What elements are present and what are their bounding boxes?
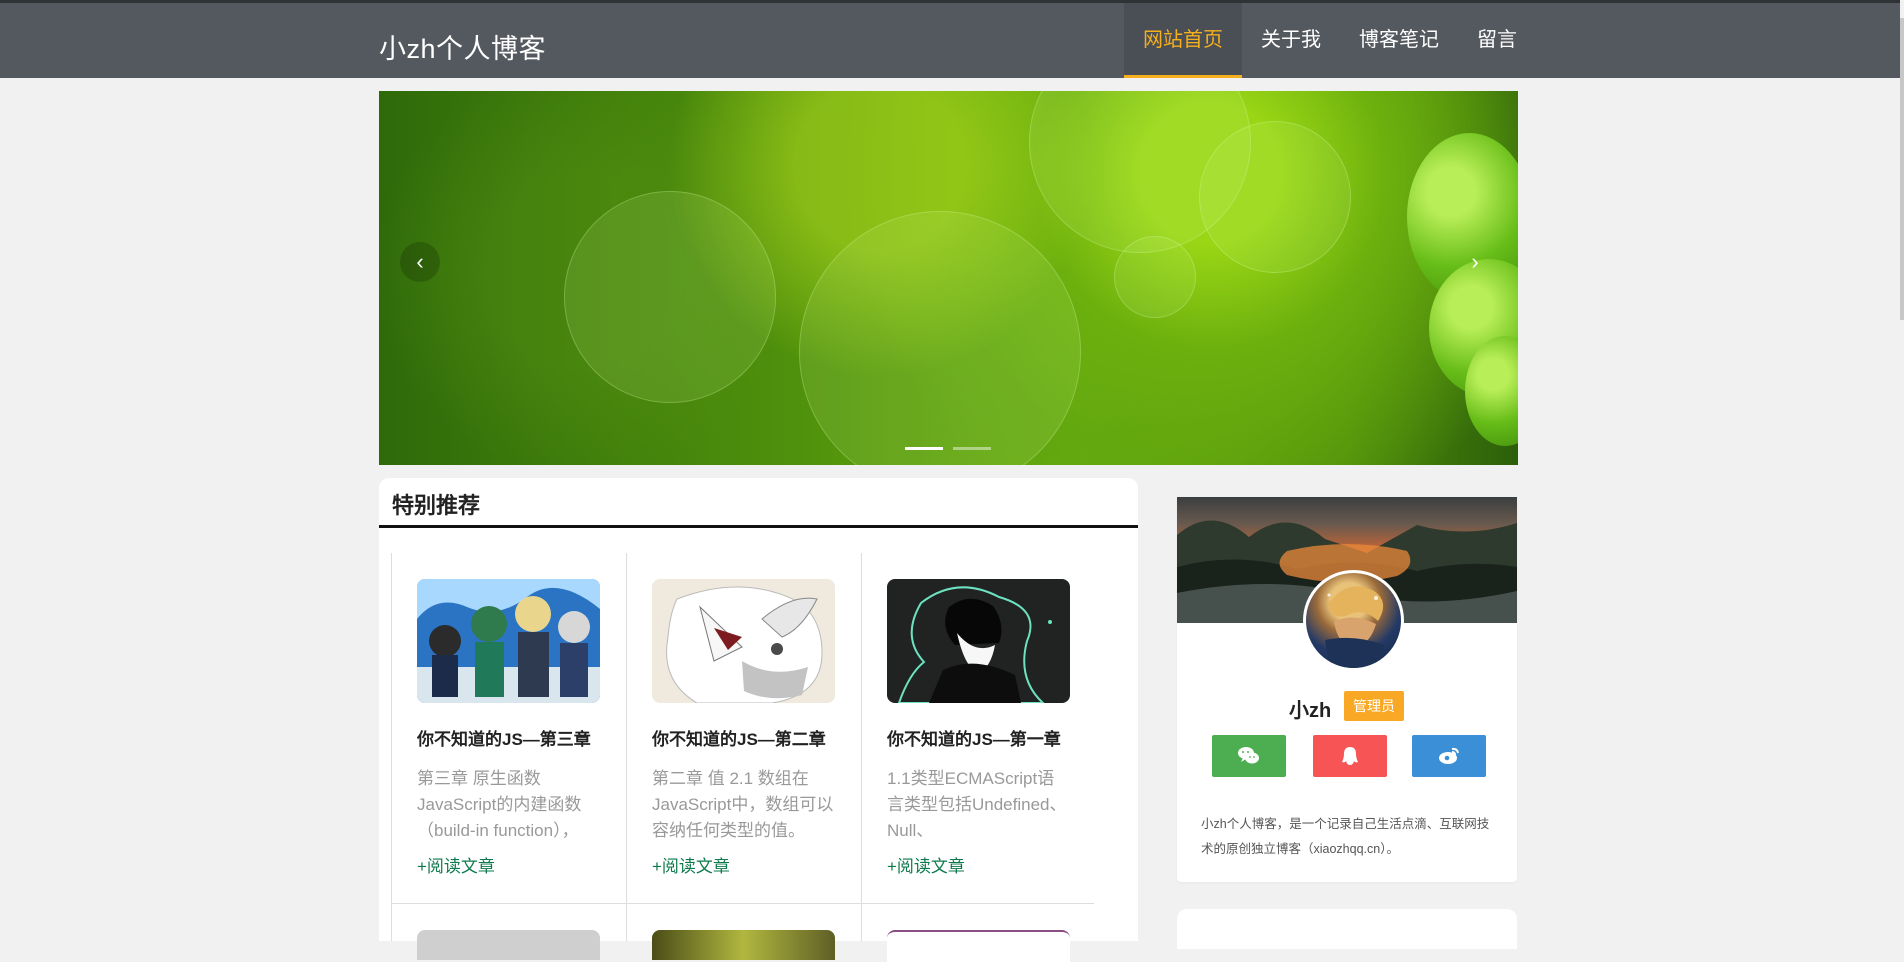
author-bio: 小zh个人博客，是一个记录自己生活点滴、互联网技术的原创独立博客（xiaozhq… <box>1201 817 1490 856</box>
hero-carousel[interactable]: ‹ › <box>379 91 1518 465</box>
bokeh-bubble <box>1199 121 1351 273</box>
article-thumbnail[interactable] <box>887 579 1070 703</box>
qq-button[interactable] <box>1313 735 1387 777</box>
featured-section: 特别推荐 你不知道的JS—第三章 第三章 原生函数 JavaScript的内建函… <box>379 478 1138 962</box>
main-nav: 网站首页 关于我 博客笔记 留言 <box>1124 3 1536 78</box>
wechat-icon <box>1238 747 1259 764</box>
author-profile-card: 小zh 管理员 小zh个人博客，是一个记录自己生活点滴、互联网技术的原创独立博客… <box>1177 497 1517 882</box>
qq-icon <box>1342 747 1358 765</box>
grid-divider <box>391 903 1094 904</box>
article-card[interactable]: 你不知道的JS—第三章 第三章 原生函数 JavaScript的内建函数（bui… <box>417 579 600 877</box>
article-excerpt: 第三章 原生函数 JavaScript的内建函数（build-in functi… <box>417 769 582 840</box>
article-excerpt: 第二章 值 2.1 数组在 JavaScript中，数组可以容纳任何类型的值。 <box>652 769 834 840</box>
scrollbar-thumb[interactable] <box>1900 18 1904 320</box>
bokeh-bubble <box>564 191 776 403</box>
author-name: 小zh <box>1289 700 1332 722</box>
article-title[interactable]: 你不知道的JS—第三章 <box>417 725 600 750</box>
weibo-button[interactable] <box>1412 735 1486 777</box>
site-logo[interactable]: 小zh个人博客 <box>379 27 546 66</box>
article-title[interactable]: 你不知道的JS—第一章 <box>887 725 1070 750</box>
nav-home[interactable]: 网站首页 <box>1124 3 1242 78</box>
wechat-button[interactable] <box>1212 735 1286 777</box>
article-thumbnail[interactable] <box>652 579 835 703</box>
nav-about[interactable]: 关于我 <box>1242 3 1340 78</box>
carousel-next-button[interactable]: › <box>1455 242 1495 282</box>
read-more-link[interactable]: +阅读文章 <box>887 852 1070 877</box>
next-sidebar-card <box>1177 909 1517 949</box>
carousel-indicator-1[interactable] <box>905 447 943 450</box>
read-more-link[interactable]: +阅读文章 <box>417 852 600 877</box>
carousel-indicator-2[interactable] <box>953 447 991 450</box>
weibo-icon <box>1439 747 1459 764</box>
admin-badge: 管理员 <box>1344 691 1404 721</box>
nav-blog-notes[interactable]: 博客笔记 <box>1340 3 1458 78</box>
author-avatar[interactable] <box>1303 570 1404 671</box>
bokeh-bubble <box>1114 236 1196 318</box>
article-title[interactable]: 你不知道的JS—第二章 <box>652 725 835 750</box>
article-card[interactable]: 你不知道的JS—第二章 第二章 值 2.1 数组在 JavaScript中，数组… <box>652 579 835 877</box>
grid-divider <box>626 553 627 941</box>
article-thumbnail[interactable] <box>652 930 835 960</box>
bokeh-bubble <box>799 211 1081 465</box>
article-thumbnail[interactable] <box>887 930 1070 962</box>
article-thumbnail[interactable] <box>417 930 600 960</box>
article-card[interactable]: 你不知道的JS—第一章 1.1类型ECMAScript语言类型包括Undefin… <box>887 579 1070 877</box>
nav-message[interactable]: 留言 <box>1458 3 1536 78</box>
site-header: 小zh个人博客 网站首页 关于我 博客笔记 留言 <box>0 3 1900 78</box>
read-more-link[interactable]: +阅读文章 <box>652 852 835 877</box>
carousel-prev-button[interactable]: ‹ <box>400 242 440 282</box>
article-thumbnail[interactable] <box>417 579 600 703</box>
grid-divider <box>391 553 392 941</box>
section-title: 特别推荐 <box>392 493 481 518</box>
article-excerpt: 1.1类型ECMAScript语言类型包括Undefined、Null、 <box>887 769 1067 840</box>
grid-divider <box>861 553 862 941</box>
section-divider <box>379 525 1138 528</box>
